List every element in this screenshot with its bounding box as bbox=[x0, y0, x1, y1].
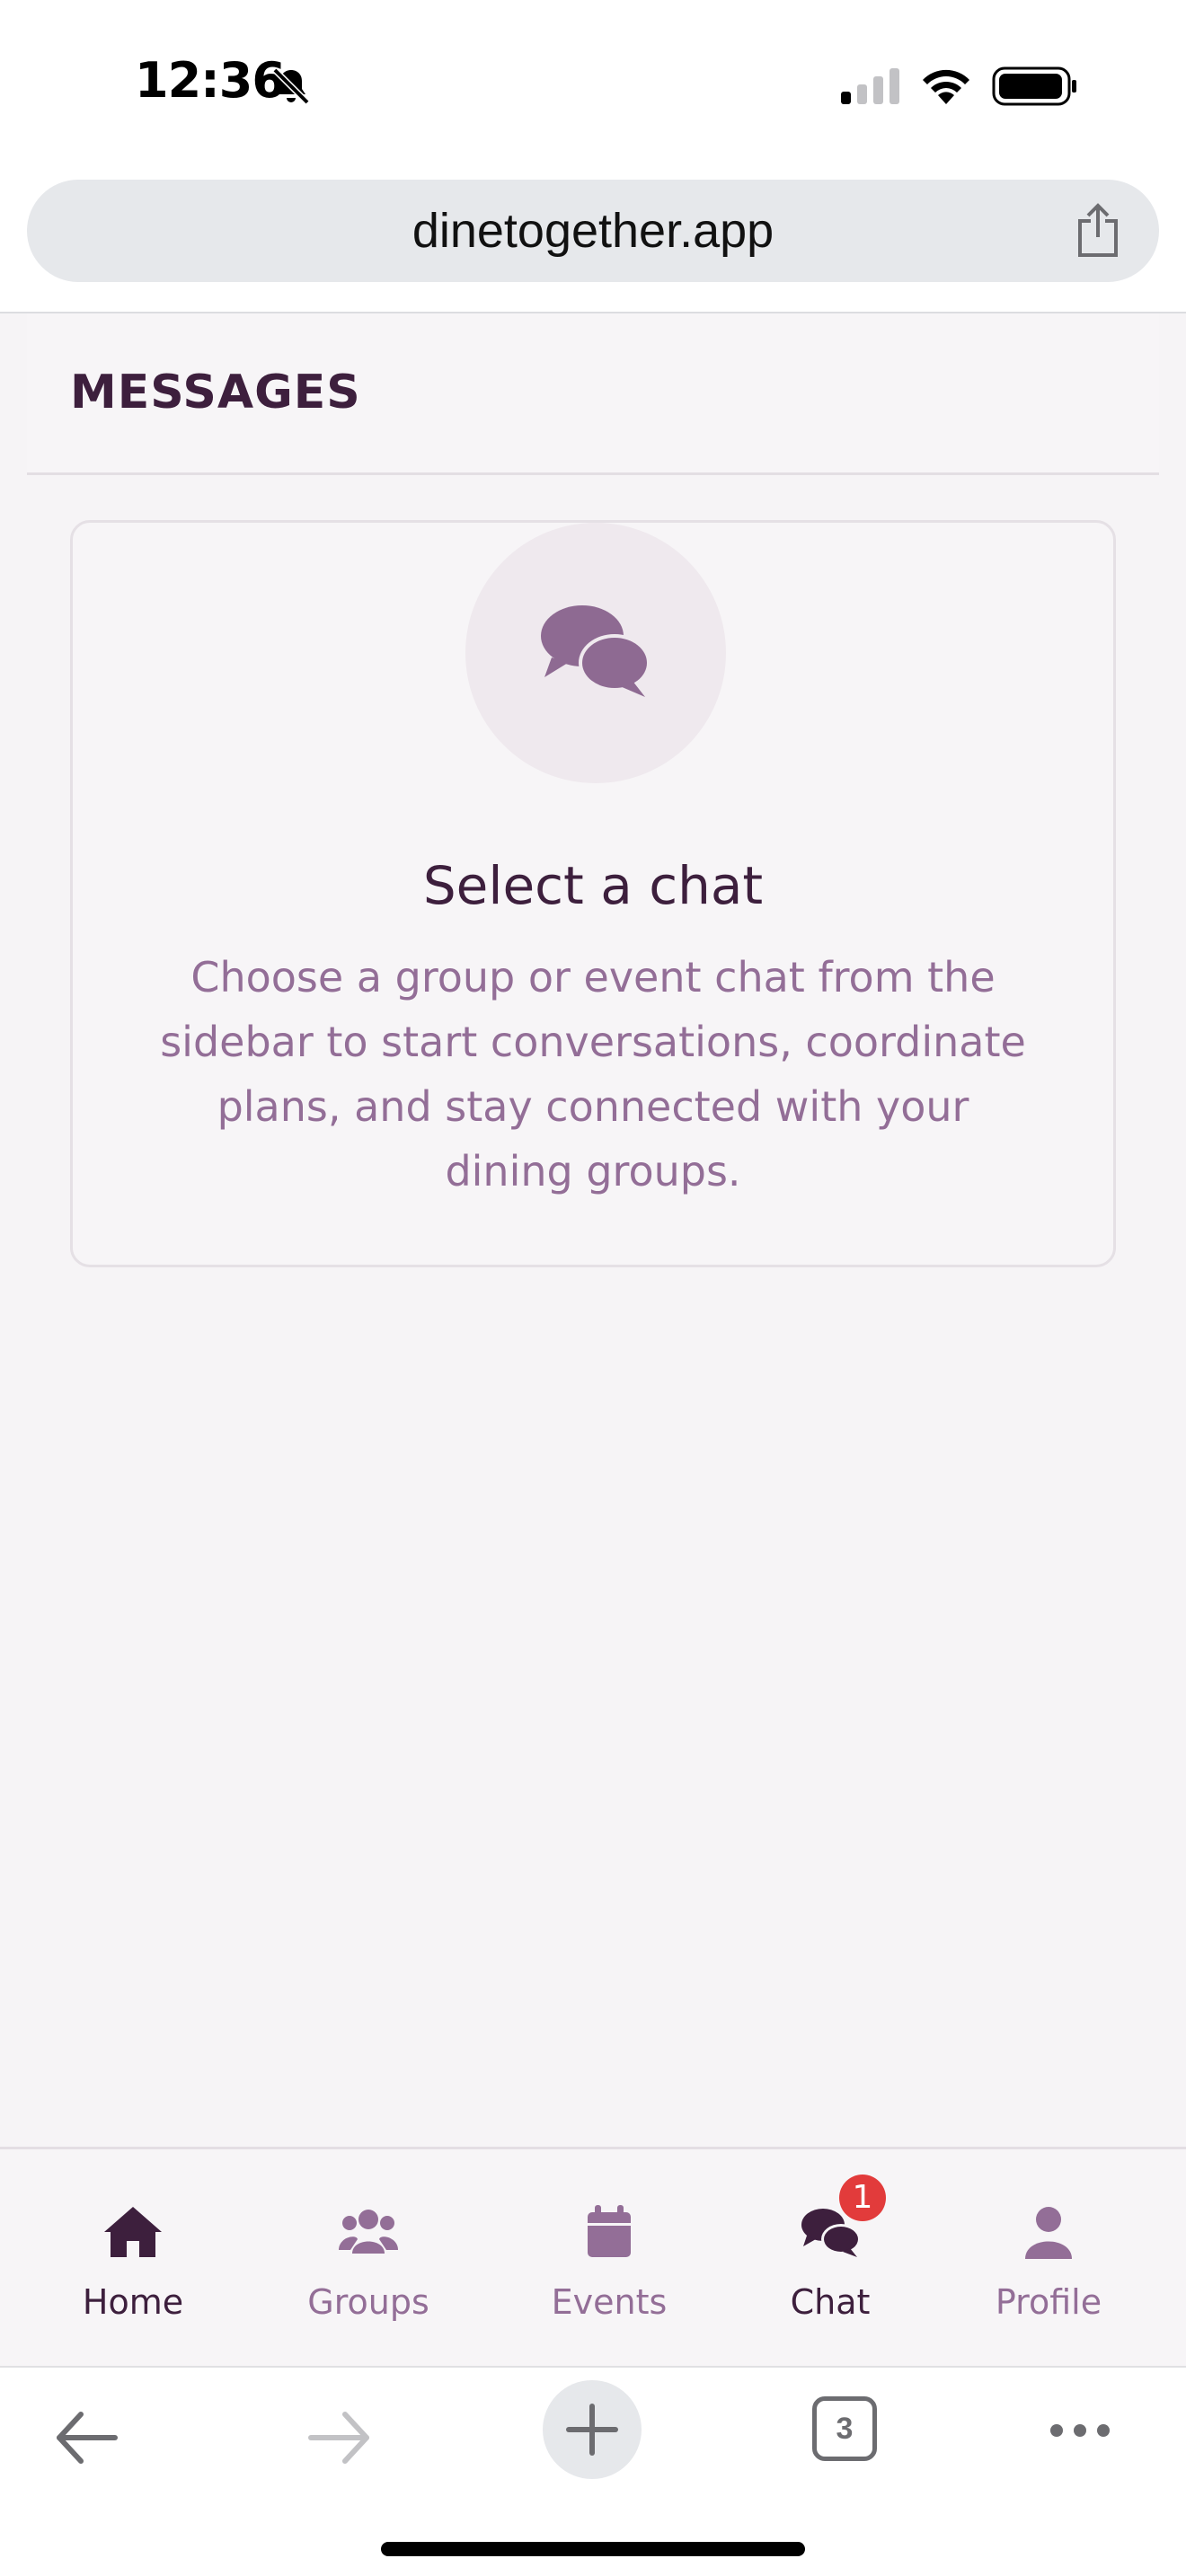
cellular-signal-icon bbox=[841, 68, 899, 104]
battery-icon bbox=[992, 66, 1076, 106]
status-bar: 12:36 bbox=[0, 0, 1186, 171]
status-time: 12:36 bbox=[135, 52, 286, 109]
messages-header: MESSAGES bbox=[27, 313, 1159, 475]
tab-profile[interactable]: Profile bbox=[950, 2149, 1147, 2365]
user-icon bbox=[1025, 2207, 1072, 2259]
back-arrow-icon[interactable] bbox=[52, 2404, 120, 2472]
wifi-icon bbox=[923, 69, 969, 104]
empty-state-card: Select a chat Choose a group or event ch… bbox=[70, 520, 1116, 1267]
tab-groups[interactable]: Groups bbox=[270, 2149, 467, 2365]
home-icon bbox=[104, 2207, 162, 2257]
screen: 12:36 dinetogether.app MESSAGES Select a… bbox=[0, 0, 1186, 2576]
plus-icon bbox=[566, 2404, 618, 2456]
tab-events[interactable]: Events bbox=[510, 2149, 708, 2365]
tab-chat[interactable]: 1 Chat bbox=[731, 2149, 929, 2365]
more-icon[interactable] bbox=[1048, 2420, 1112, 2441]
forward-arrow-icon[interactable] bbox=[305, 2404, 374, 2472]
page-title: MESSAGES bbox=[70, 366, 361, 419]
tab-groups-label: Groups bbox=[307, 2282, 429, 2322]
bell-slash-icon bbox=[272, 67, 310, 105]
tab-home[interactable]: Home bbox=[34, 2149, 232, 2365]
groups-icon bbox=[339, 2210, 398, 2254]
app-viewport: MESSAGES Select a chat Choose a group or… bbox=[0, 313, 1186, 2148]
share-icon[interactable] bbox=[1073, 203, 1123, 259]
bottom-tab-bar: Home Groups Events 1 Chat Profile bbox=[0, 2147, 1186, 2366]
empty-state-title: Select a chat bbox=[422, 855, 764, 916]
tabs-icon[interactable]: 3 bbox=[812, 2396, 877, 2461]
tab-events-label: Events bbox=[551, 2282, 668, 2322]
new-tab-button[interactable] bbox=[543, 2380, 642, 2479]
unread-badge: 1 bbox=[839, 2175, 886, 2221]
tab-home-label: Home bbox=[82, 2282, 184, 2322]
tab-chat-label: Chat bbox=[790, 2282, 871, 2322]
home-indicator bbox=[381, 2542, 805, 2556]
tab-profile-label: Profile bbox=[995, 2282, 1102, 2322]
browser-toolbar: 3 bbox=[0, 2366, 1186, 2576]
address-bar[interactable]: dinetogether.app bbox=[27, 180, 1159, 282]
chat-bubbles-icon bbox=[541, 605, 651, 697]
chat-icon-circle bbox=[465, 523, 726, 783]
empty-state-description: Choose a group or event chat from the si… bbox=[160, 953, 1026, 1195]
url-text[interactable]: dinetogether.app bbox=[27, 180, 1159, 282]
calendar-icon bbox=[588, 2205, 631, 2257]
